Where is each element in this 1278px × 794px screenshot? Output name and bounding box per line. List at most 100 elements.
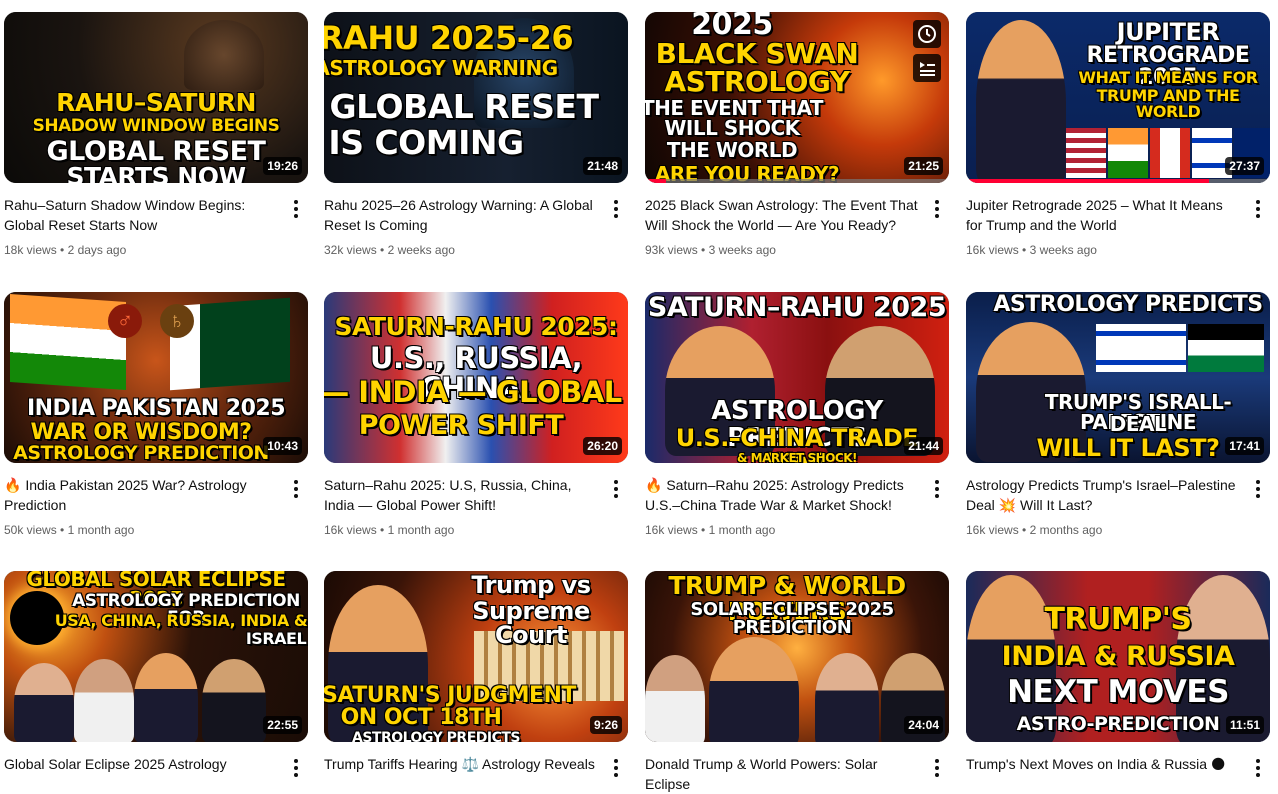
video-thumbnail[interactable]: RAHU 2025-26 ASTROLOGY WARNING A GLOBAL … — [324, 12, 628, 183]
video-card[interactable]: Trump vs Supreme Court SATURN'S JUDGMENT… — [324, 571, 628, 777]
saturn-icon: ♄ — [160, 304, 194, 338]
video-title[interactable]: Jupiter Retrograde 2025 – What It Means … — [966, 195, 1242, 235]
video-card[interactable]: JUPITER RETROGRADE 2025 WHAT IT MEANS FO… — [966, 12, 1270, 259]
upload-age: 3 weeks ago — [708, 243, 776, 257]
duration-badge: 9:26 — [589, 716, 622, 734]
video-card[interactable]: TRUMP'S INDIA & RUSSIA NEXT MOVES ASTRO-… — [966, 571, 1270, 777]
video-title[interactable]: Rahu–Saturn Shadow Window Begins: Global… — [4, 195, 280, 235]
person-figure — [134, 653, 198, 742]
flags — [1096, 324, 1264, 372]
video-card[interactable]: ASTROLOGY PREDICTS TRUMP'S ISRALL-PALEST… — [966, 292, 1270, 539]
video-thumbnail[interactable]: JUPITER RETROGRADE 2025 WHAT IT MEANS FO… — [966, 12, 1270, 183]
deity-figure — [184, 20, 264, 90]
video-title[interactable]: Rahu 2025–26 Astrology Warning: A Global… — [324, 195, 600, 235]
india-flag — [10, 293, 126, 391]
video-card[interactable]: SATURN-RAHU 2025: U.S., RUSSIA, CHINA, —… — [324, 292, 628, 539]
more-vert-icon[interactable] — [606, 197, 626, 221]
more-vert-icon[interactable] — [1248, 477, 1268, 501]
more-vert-icon[interactable] — [286, 197, 306, 221]
more-vert-icon[interactable] — [927, 477, 947, 501]
duration-badge: 24:04 — [904, 716, 943, 734]
duration-badge: 21:48 — [583, 157, 622, 175]
video-card[interactable]: RAHU–SATURN SHADOW WINDOW BEGINS GLOBAL … — [4, 12, 308, 259]
video-thumbnail[interactable]: 2025 BLACK SWAN ASTROLOGY THE EVENT THAT… — [645, 12, 949, 183]
more-vert-icon[interactable] — [606, 477, 626, 501]
video-thumbnail[interactable]: SATURN-RAHU 2025: U.S., RUSSIA, CHINA, —… — [324, 292, 628, 463]
video-title[interactable]: Astrology Predicts Trump's Israel–Palest… — [966, 475, 1242, 515]
thumb-line: — INDIA — GLOBAL — [324, 375, 622, 409]
thumb-line: RAHU–SATURN — [56, 88, 256, 117]
view-count: 18k views — [4, 243, 57, 257]
video-title[interactable]: Global Solar Eclipse 2025 Astrology — [4, 754, 280, 774]
more-vert-icon[interactable] — [1248, 197, 1268, 221]
video-thumbnail[interactable]: TRUMP & WORLD POWERS SOLAR ECLIPSE 2025 … — [645, 571, 949, 742]
thumb-line: SATURN–RAHU 2025 — [647, 292, 947, 323]
clock-icon[interactable] — [913, 20, 941, 48]
thumb-line: JUPITER — [1116, 18, 1220, 46]
thumb-line: ASTROLOGY WARNING — [324, 56, 558, 80]
video-card[interactable]: RAHU 2025-26 ASTROLOGY WARNING A GLOBAL … — [324, 12, 628, 259]
video-title[interactable]: Saturn–Rahu 2025: U.S, Russia, China, In… — [324, 475, 600, 515]
video-stats: 16k views • 2 months ago — [966, 523, 1103, 537]
view-count: 16k views — [966, 243, 1019, 257]
video-stats: 50k views • 1 month ago — [4, 523, 135, 537]
video-stats: 93k views • 3 weeks ago — [645, 243, 776, 257]
thumb-line: IS COMING — [328, 123, 524, 162]
upload-age: 1 month ago — [708, 523, 776, 537]
person-figure — [645, 655, 705, 742]
more-vert-icon[interactable] — [927, 756, 947, 780]
video-card[interactable]: TRUMP & WORLD POWERS SOLAR ECLIPSE 2025 … — [645, 571, 949, 794]
video-card[interactable]: 2025 BLACK SWAN ASTROLOGY THE EVENT THAT… — [645, 12, 949, 259]
person-figure — [709, 637, 799, 742]
more-vert-icon[interactable] — [286, 756, 306, 780]
video-stats: 16k views • 1 month ago — [324, 523, 455, 537]
thumb-line: THE WORLD — [666, 138, 798, 162]
video-title[interactable]: 2025 Black Swan Astrology: The Event Tha… — [645, 195, 921, 235]
video-thumbnail[interactable]: Trump vs Supreme Court SATURN'S JUDGMENT… — [324, 571, 628, 742]
video-stats: 16k views • 3 weeks ago — [966, 243, 1097, 257]
duration-badge: 26:20 — [583, 437, 622, 455]
video-title[interactable]: Donald Trump & World Powers: Solar Eclip… — [645, 754, 921, 794]
upload-age: 1 month ago — [387, 523, 455, 537]
video-thumbnail[interactable]: SATURN–RAHU 2025 ASTROLOGY PREDICTS U.S.… — [645, 292, 949, 463]
video-thumbnail[interactable]: TRUMP'S INDIA & RUSSIA NEXT MOVES ASTRO-… — [966, 571, 1270, 742]
duration-badge: 10:43 — [263, 437, 302, 455]
thumb-line: ASTROLOGY PREDICTS — [351, 730, 521, 742]
more-vert-icon[interactable] — [286, 477, 306, 501]
video-thumbnail[interactable]: GLOBAL SOLAR ECLIPSE 2025 ASTROLOGY PRED… — [4, 571, 308, 742]
thumb-line: Trump vs — [471, 571, 591, 599]
video-title[interactable]: Trump's Next Moves on India & Russia 🌑 — [966, 754, 1242, 774]
thumb-line: ASTRO-PREDICTION — [1016, 713, 1220, 735]
video-thumbnail[interactable]: ASTROLOGY PREDICTS TRUMP'S ISRALL-PALEST… — [966, 292, 1270, 463]
view-count: 16k views — [645, 523, 698, 537]
more-vert-icon[interactable] — [606, 756, 626, 780]
video-title[interactable]: 🔥 Saturn–Rahu 2025: Astrology Predicts U… — [645, 475, 921, 515]
upload-age: 2 days ago — [67, 243, 127, 257]
view-count: 16k views — [966, 523, 1019, 537]
video-card[interactable]: GLOBAL SOLAR ECLIPSE 2025 ASTROLOGY PRED… — [4, 571, 308, 777]
queue-icon[interactable] — [913, 54, 941, 82]
upload-age: 1 month ago — [67, 523, 135, 537]
thumb-line: WILL SHOCK — [664, 116, 800, 140]
duration-badge: 27:37 — [1225, 157, 1264, 175]
thumb-line: TRUMP'S — [1044, 602, 1192, 637]
thumb-line: NEXT MOVES — [1007, 674, 1229, 710]
video-thumbnail[interactable]: ♂ ♄ INDIA PAKISTAN 2025 WAR OR WISDOM? A… — [4, 292, 308, 463]
video-card[interactable]: SATURN–RAHU 2025 ASTROLOGY PREDICTS U.S.… — [645, 292, 949, 539]
person-figure — [14, 663, 74, 742]
duration-badge: 17:41 — [1225, 437, 1264, 455]
video-title[interactable]: 🔥 India Pakistan 2025 War? Astrology Pre… — [4, 475, 280, 515]
person-figure — [976, 20, 1066, 183]
thumb-line: INDIA PAKISTAN 2025 — [26, 396, 286, 421]
upload-age: 3 weeks ago — [1029, 243, 1097, 257]
upload-age: 2 weeks ago — [387, 243, 455, 257]
thumb-line: ASTROLOGY — [664, 65, 850, 98]
thumb-line: ISRAEL — [245, 629, 307, 648]
more-vert-icon[interactable] — [1248, 756, 1268, 780]
video-card[interactable]: ♂ ♄ INDIA PAKISTAN 2025 WAR OR WISDOM? A… — [4, 292, 308, 539]
video-title[interactable]: Trump Tariffs Hearing ⚖️ Astrology Revea… — [324, 754, 600, 774]
more-vert-icon[interactable] — [927, 197, 947, 221]
thumb-line: SOLAR ECLIPSE 2025 PREDICTION — [690, 599, 894, 639]
video-thumbnail[interactable]: RAHU–SATURN SHADOW WINDOW BEGINS GLOBAL … — [4, 12, 308, 183]
view-count: 50k views — [4, 523, 57, 537]
